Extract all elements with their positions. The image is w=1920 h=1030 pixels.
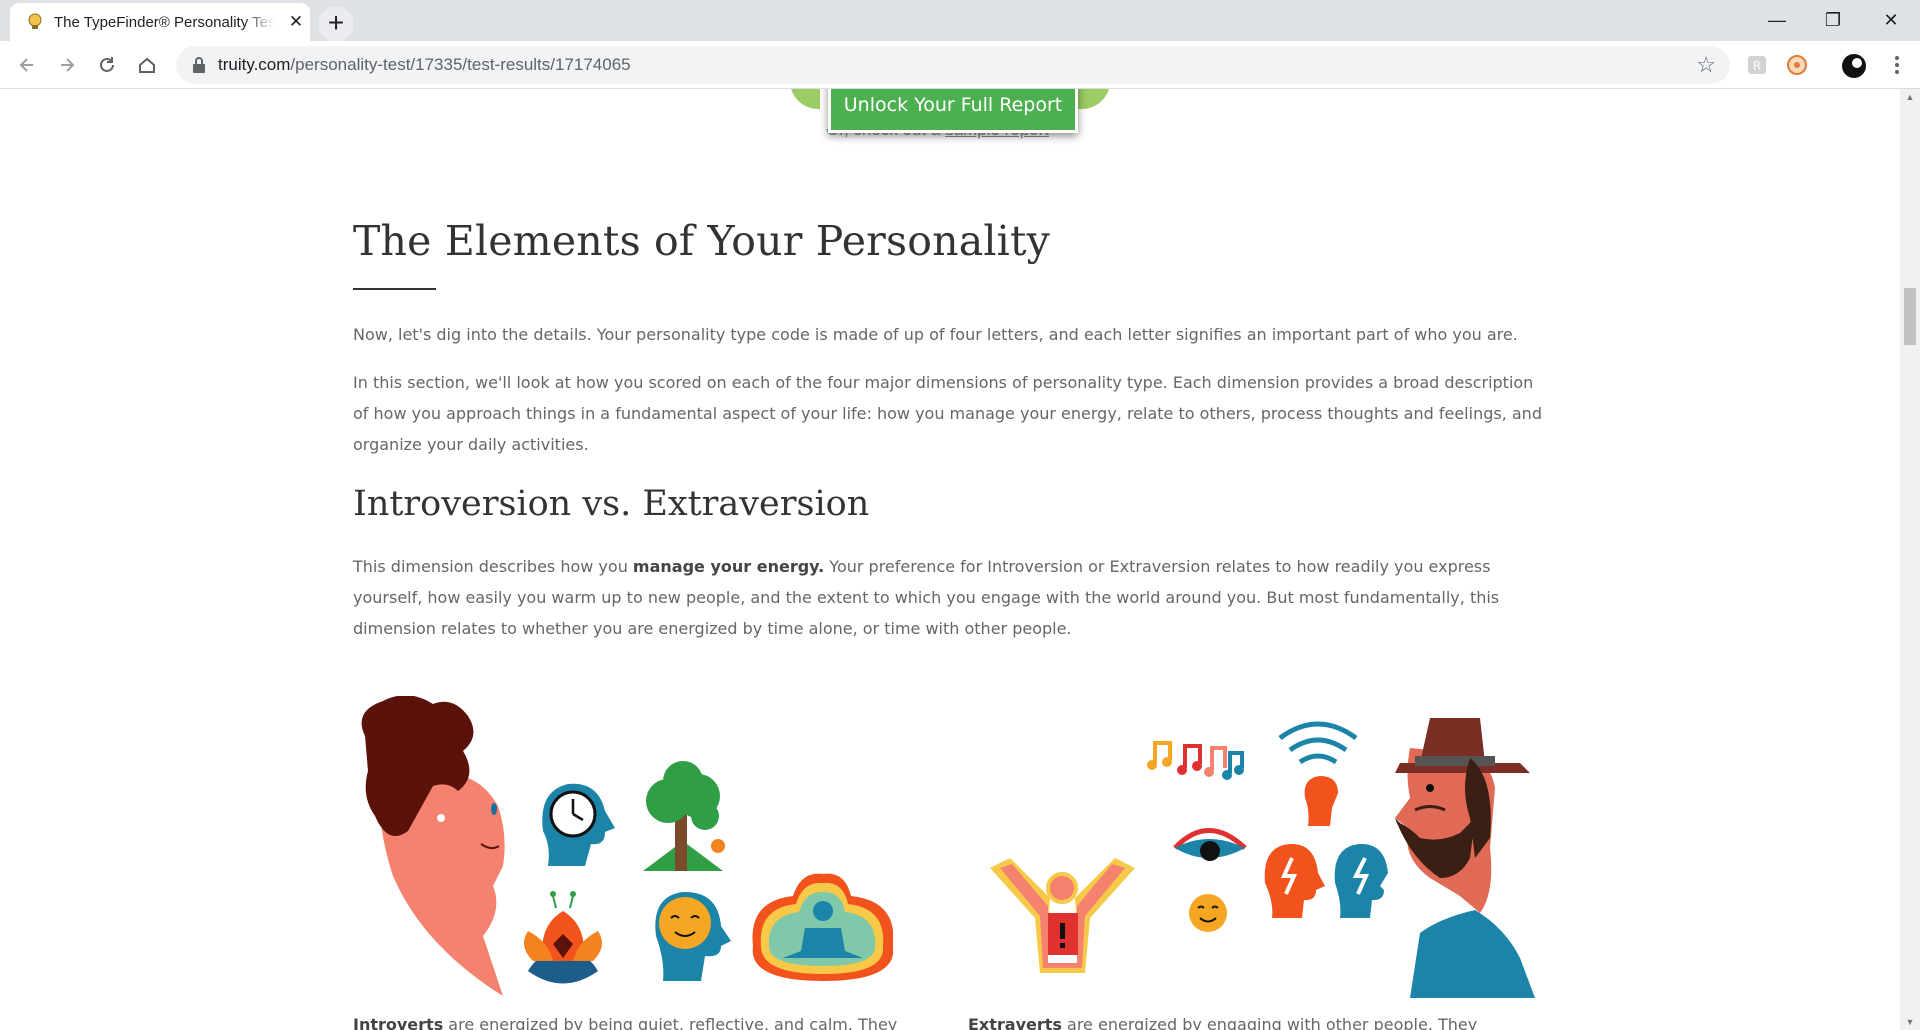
- intro-paragraph-1: Now, let's dig into the details. Your pe…: [353, 325, 1518, 344]
- home-icon[interactable]: [132, 50, 162, 80]
- energy-heads-icon: [1264, 843, 1388, 918]
- scrollbar-thumb[interactable]: [1904, 288, 1916, 345]
- window-close-button[interactable]: ✕: [1867, 0, 1915, 41]
- svg-text:R: R: [1753, 59, 1761, 73]
- dimension-title: Introversion vs. Extraversion: [353, 484, 870, 524]
- introvert-woman-icon: [361, 696, 505, 996]
- star-icon[interactable]: ☆: [1696, 52, 1716, 78]
- extraverts-text: Extraverts are energized by engaging wit…: [968, 1015, 1478, 1030]
- back-icon[interactable]: [12, 50, 42, 80]
- menu-icon[interactable]: [1885, 53, 1909, 77]
- restore-button[interactable]: ❐: [1809, 0, 1857, 41]
- clock-head-icon: [542, 783, 615, 866]
- address-bar[interactable]: truity.com/personality-test/17335/test-r…: [176, 46, 1730, 84]
- intro-paragraph-2: In this section, we'll look at how you s…: [353, 373, 1542, 454]
- extravert-man-icon: [1395, 718, 1535, 998]
- scroll-up-icon[interactable]: ▲: [1900, 89, 1920, 105]
- lock-icon[interactable]: [192, 56, 206, 74]
- broadcast-head-icon: [1278, 721, 1358, 826]
- tab-title: The TypeFinder® Personality Test: [54, 14, 274, 31]
- extension-icon[interactable]: R: [1745, 53, 1769, 77]
- url-text: truity.com/personality-test/17335/test-r…: [218, 55, 631, 74]
- scroll-down-icon[interactable]: ▼: [1900, 1014, 1920, 1030]
- minimize-button[interactable]: —: [1753, 0, 1801, 41]
- tree-icon: [643, 761, 725, 871]
- section-title: The Elements of Your Personality: [353, 217, 1051, 265]
- lotus-icon: [524, 891, 602, 984]
- reload-icon[interactable]: [92, 50, 122, 80]
- profile-icon[interactable]: [1841, 53, 1866, 78]
- page-scrollbar[interactable]: ▲ ▼: [1900, 89, 1920, 1030]
- extension-icon[interactable]: [1785, 53, 1809, 77]
- page-viewport: Or, check out a sample report Unlock You…: [0, 89, 1900, 1030]
- browser-tab[interactable]: The TypeFinder® Personality Test ✕: [10, 3, 310, 41]
- dimension-description: This dimension describes how you manage …: [353, 557, 1500, 638]
- unlock-full-report-button[interactable]: Unlock Your Full Report: [828, 89, 1078, 133]
- tab-strip: The TypeFinder® Personality Test ✕ + — ❐…: [0, 0, 1920, 42]
- calm-head-icon: [655, 891, 731, 981]
- eye-icon: [1173, 828, 1247, 932]
- introverts-text: Introverts are energized by being quiet,…: [353, 1015, 898, 1030]
- favicon-bulb-icon: [28, 13, 42, 29]
- meditation-icon: [752, 873, 893, 981]
- cheering-person-icon: [990, 858, 1135, 973]
- tab-close-icon[interactable]: ✕: [286, 12, 306, 32]
- introvert-illustration: [361, 696, 893, 996]
- new-tab-button[interactable]: +: [318, 6, 354, 42]
- browser-toolbar: truity.com/personality-test/17335/test-r…: [0, 41, 1920, 89]
- title-divider: [353, 288, 436, 290]
- music-notes-icon: [1147, 741, 1244, 780]
- forward-icon[interactable]: [52, 50, 82, 80]
- extravert-illustration: [990, 718, 1535, 998]
